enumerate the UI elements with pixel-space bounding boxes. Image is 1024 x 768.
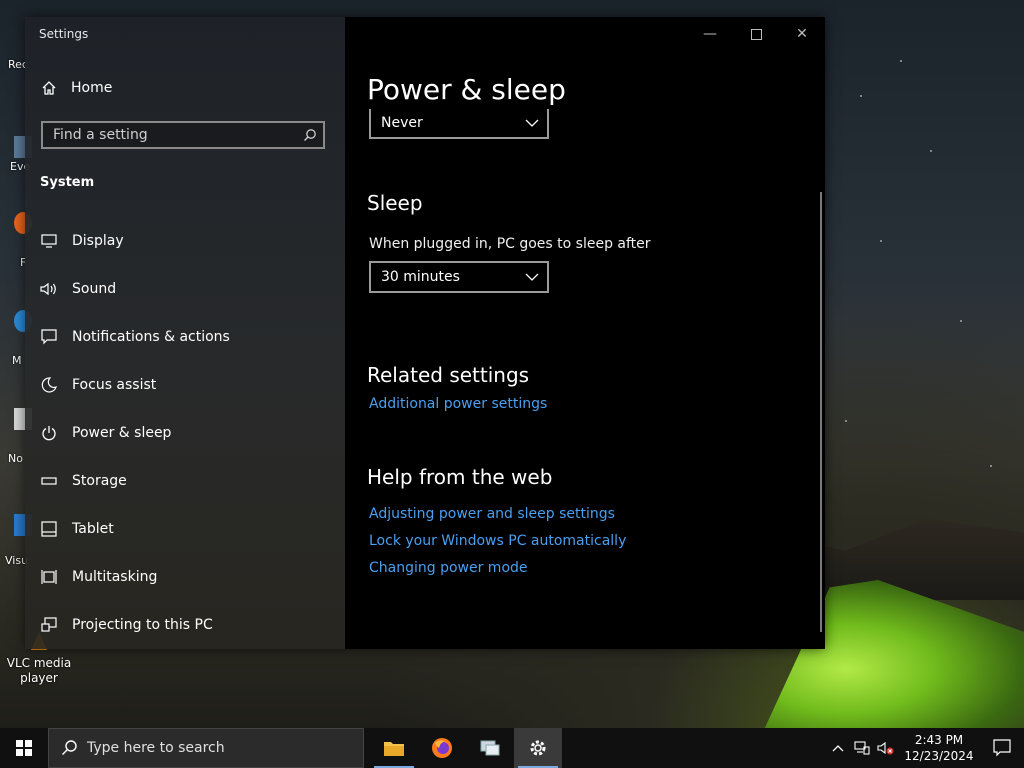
sidebar-item-label: Multitasking — [72, 569, 158, 585]
sleep-timeout-dropdown[interactable]: 30 minutes — [369, 261, 549, 293]
content-pane: — ✕ Power & sleep Never Sleep When plugg… — [345, 17, 825, 649]
taskbar-clock[interactable]: 2:43 PM 12/23/2024 — [898, 732, 980, 764]
taskbar-network-app[interactable] — [466, 728, 514, 768]
multitasking-icon — [40, 568, 58, 586]
search-icon — [304, 129, 316, 141]
system-tray: 2:43 PM 12/23/2024 — [826, 728, 1024, 768]
clock-date: 12/23/2024 — [904, 749, 974, 763]
windows-logo-icon — [16, 740, 32, 756]
help-link-power-mode[interactable]: Changing power mode — [369, 560, 528, 576]
desktop-icon-label: No — [8, 452, 23, 465]
sidebar-item-sound[interactable]: Sound — [40, 265, 340, 313]
sidebar-item-label: Focus assist — [72, 377, 157, 393]
sidebar-item-label: Storage — [72, 473, 127, 489]
minimize-button[interactable]: — — [687, 23, 733, 45]
volume-tray-button[interactable] — [874, 728, 898, 768]
sidebar-item-display[interactable]: Display — [40, 217, 340, 265]
network-app-icon — [480, 740, 500, 756]
display-icon — [40, 232, 58, 250]
settings-window: Settings Home Find a setting System Disp… — [25, 17, 825, 649]
sidebar-nav: Display Sound Notifications & actions Fo… — [40, 217, 340, 649]
notifications-icon — [40, 328, 58, 346]
close-button[interactable]: ✕ — [779, 23, 825, 45]
sound-icon — [40, 280, 58, 298]
sidebar-item-label: Projecting to this PC — [72, 617, 213, 633]
vlc-label: VLC media player — [6, 656, 72, 685]
sidebar-item-notifications[interactable]: Notifications & actions — [40, 313, 340, 361]
section-heading-system: System — [40, 175, 95, 190]
sidebar-item-focus-assist[interactable]: Focus assist — [40, 361, 340, 409]
sidebar: Settings Home Find a setting System Disp… — [25, 17, 345, 649]
screen-timeout-dropdown[interactable]: Never — [369, 109, 549, 139]
search-placeholder: Find a setting — [53, 127, 148, 143]
storage-icon — [40, 472, 58, 490]
taskbar: Type here to search 2:43 PM 12/23/2024 — [0, 728, 1024, 768]
close-icon: ✕ — [796, 26, 808, 42]
home-icon — [42, 81, 56, 95]
help-link-lock[interactable]: Lock your Windows PC automatically — [369, 533, 626, 549]
action-center-button[interactable] — [980, 728, 1024, 768]
power-icon — [40, 424, 58, 442]
desktop-icon-label: M — [12, 354, 22, 367]
window-title: Settings — [39, 27, 89, 41]
notifications-icon — [993, 739, 1011, 757]
taskbar-settings[interactable] — [514, 728, 562, 768]
chevron-up-icon — [832, 745, 844, 752]
sidebar-item-storage[interactable]: Storage — [40, 457, 340, 505]
show-hidden-icons-button[interactable] — [826, 728, 850, 768]
sidebar-item-label: Notifications & actions — [72, 329, 230, 345]
firefox-icon — [432, 738, 452, 758]
chevron-down-icon — [525, 273, 539, 281]
dropdown-value: 30 minutes — [381, 269, 460, 285]
page-title: Power & sleep — [367, 73, 566, 106]
minimize-icon: — — [703, 26, 717, 42]
network-tray-button[interactable] — [850, 728, 874, 768]
taskbar-file-explorer[interactable] — [370, 728, 418, 768]
sidebar-item-label: Display — [72, 233, 124, 249]
sidebar-item-label: Power & sleep — [72, 425, 172, 441]
search-icon — [62, 740, 77, 755]
start-button[interactable] — [0, 728, 48, 768]
chevron-down-icon — [525, 119, 539, 127]
sleep-heading: Sleep — [367, 191, 423, 215]
sidebar-item-tablet[interactable]: Tablet — [40, 505, 340, 553]
sidebar-home[interactable]: Home — [41, 80, 112, 96]
clock-time: 2:43 PM — [914, 733, 964, 747]
tablet-icon — [40, 520, 58, 538]
taskbar-search-box[interactable]: Type here to search — [48, 728, 364, 768]
additional-power-settings-link[interactable]: Additional power settings — [369, 396, 547, 412]
plugged-in-sleep-label: When plugged in, PC goes to sleep after — [369, 236, 651, 252]
scrollbar[interactable] — [820, 192, 822, 632]
taskbar-search-placeholder: Type here to search — [87, 740, 225, 756]
projecting-icon — [40, 616, 58, 634]
sidebar-item-multitasking[interactable]: Multitasking — [40, 553, 340, 601]
maximize-button[interactable] — [733, 23, 779, 45]
network-icon — [854, 741, 870, 755]
help-heading: Help from the web — [367, 465, 553, 489]
file-explorer-icon — [384, 742, 404, 756]
sidebar-item-projecting[interactable]: Projecting to this PC — [40, 601, 340, 649]
related-settings-heading: Related settings — [367, 363, 530, 387]
find-setting-input[interactable]: Find a setting — [41, 121, 325, 149]
home-label: Home — [71, 80, 113, 96]
sidebar-item-label: Sound — [72, 281, 117, 297]
dropdown-value: Never — [381, 115, 423, 131]
volume-muted-icon — [877, 741, 894, 755]
focus-assist-icon — [40, 376, 58, 394]
help-link-adjusting[interactable]: Adjusting power and sleep settings — [369, 506, 615, 522]
taskbar-firefox[interactable] — [418, 728, 466, 768]
maximize-icon — [750, 28, 762, 40]
settings-gear-icon — [530, 740, 546, 756]
sidebar-item-label: Tablet — [72, 521, 114, 537]
sidebar-item-power-sleep[interactable]: Power & sleep — [40, 409, 340, 457]
